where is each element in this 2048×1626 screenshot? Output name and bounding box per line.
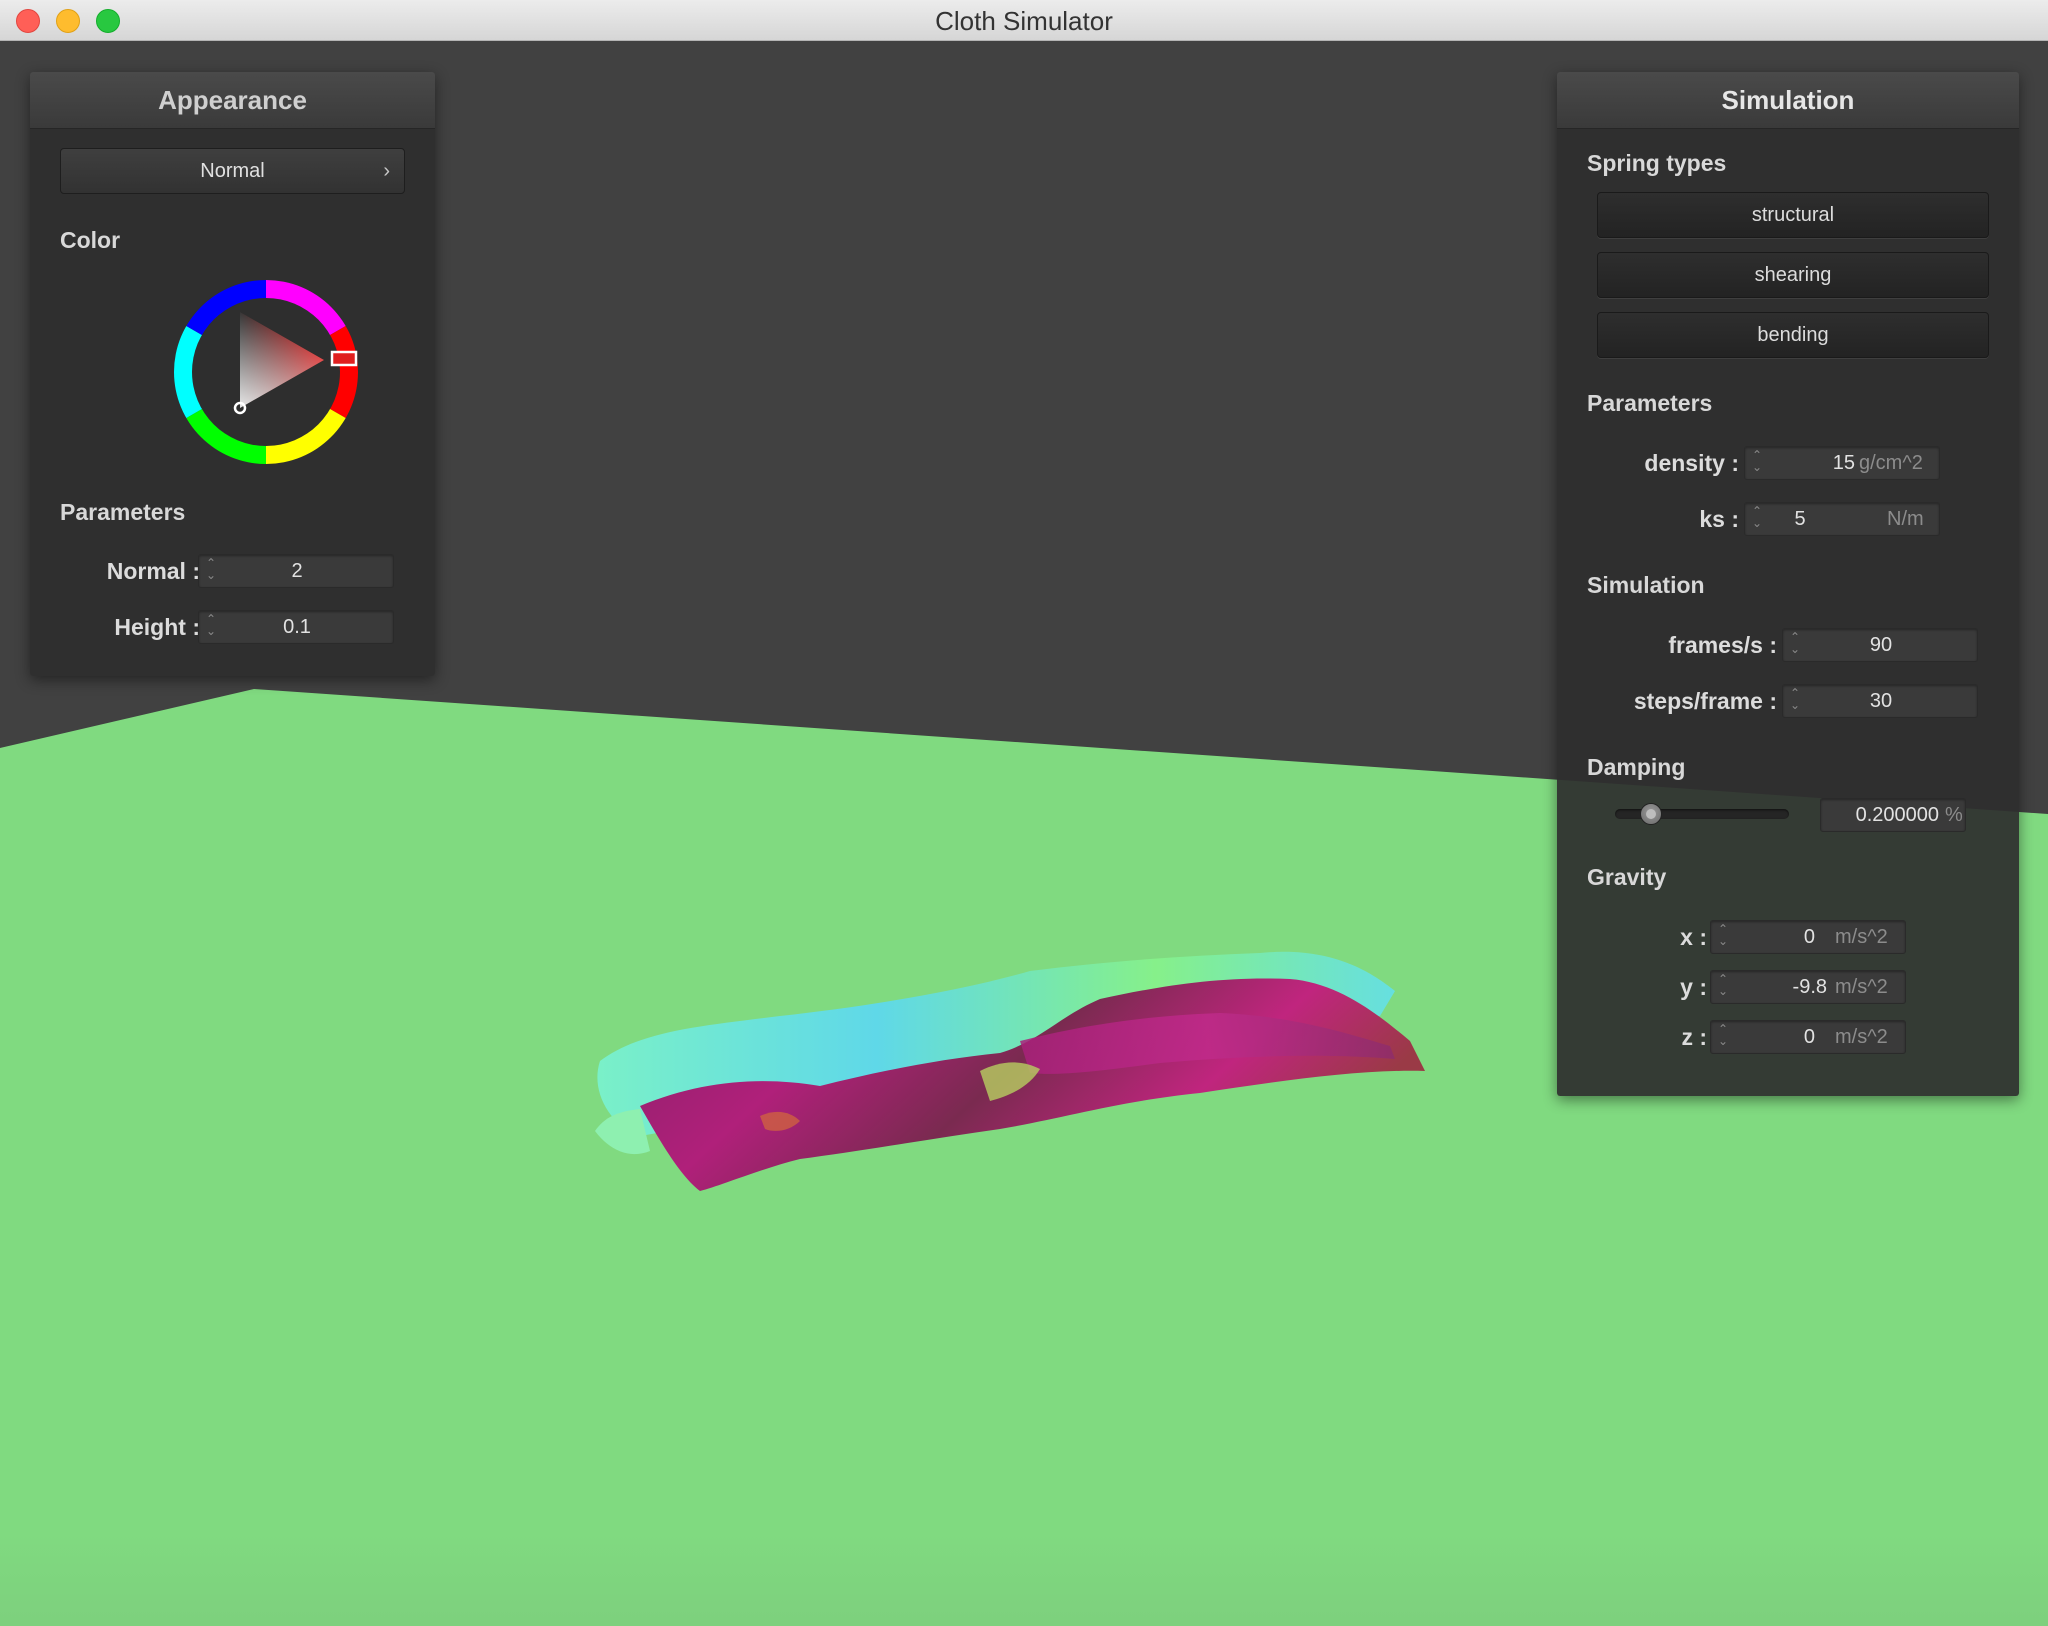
steps-per-frame-label: steps/frame : bbox=[1633, 688, 1777, 714]
normal-label: Normal : bbox=[106, 558, 200, 584]
gravity-y-unit: m/s^2 bbox=[1835, 976, 1888, 998]
ks-label: ks : bbox=[1699, 506, 1739, 532]
spring-types-label: Spring types bbox=[1587, 150, 1727, 176]
damping-input[interactable]: 0.200000 % bbox=[1820, 798, 1966, 832]
height-label: Height : bbox=[114, 614, 200, 640]
ks-input[interactable]: ⌃ ⌄ 5 N/m bbox=[1744, 502, 1940, 536]
sim-simulation-label: Simulation bbox=[1587, 572, 1705, 598]
gravity-x-input[interactable]: ⌃ ⌄ 0 m/s^2 bbox=[1710, 920, 1906, 954]
damping-label: Damping bbox=[1587, 754, 1686, 780]
normal-value: 2 bbox=[291, 560, 303, 582]
gravity-z-unit: m/s^2 bbox=[1835, 1026, 1888, 1048]
ks-value: 5 bbox=[1794, 508, 1806, 530]
gravity-label: Gravity bbox=[1587, 864, 1667, 890]
shearing-button[interactable]: shearing bbox=[1597, 252, 1989, 298]
normal-input[interactable]: ⌃ ⌄ 2 bbox=[198, 554, 394, 588]
color-wheel[interactable] bbox=[166, 272, 366, 472]
gravity-y-input[interactable]: ⌃ ⌄ -9.8 m/s^2 bbox=[1710, 970, 1906, 1004]
height-input[interactable]: ⌃ ⌄ 0.1 bbox=[198, 610, 394, 644]
gravity-z-input[interactable]: ⌃ ⌄ 0 m/s^2 bbox=[1710, 1020, 1906, 1054]
bending-button[interactable]: bending bbox=[1597, 312, 1989, 358]
damping-slider-handle[interactable] bbox=[1640, 803, 1662, 825]
chevron-right-icon: › bbox=[383, 160, 390, 182]
steps-per-frame-value: 30 bbox=[1869, 690, 1893, 712]
frames-per-sec-label: frames/s : bbox=[1668, 632, 1777, 658]
frames-per-sec-input[interactable]: ⌃ ⌄ 90 bbox=[1782, 628, 1978, 662]
gravity-z-label: z : bbox=[1681, 1024, 1707, 1050]
simulation-panel: Simulation Spring types structural shear… bbox=[1557, 72, 2019, 1096]
ks-unit: N/m bbox=[1887, 508, 1924, 530]
damping-value: 0.200000 bbox=[1855, 804, 1939, 826]
window-title: Cloth Simulator bbox=[935, 6, 1113, 36]
simulation-panel-title[interactable]: Simulation bbox=[1557, 72, 2019, 129]
appearance-panel: Appearance Normal › Color Parameters Nor… bbox=[30, 72, 435, 676]
gravity-z-value: 0 bbox=[1803, 1026, 1815, 1048]
density-input[interactable]: ⌃ ⌄ 15 g/cm^2 bbox=[1744, 446, 1940, 480]
color-label: Color bbox=[60, 227, 121, 253]
gravity-x-value: 0 bbox=[1803, 926, 1815, 948]
window-titlebar: Cloth Simulator bbox=[0, 0, 2048, 41]
gravity-y-value: -9.8 bbox=[1792, 976, 1827, 998]
frames-per-sec-value: 90 bbox=[1869, 634, 1893, 656]
gravity-x-label: x : bbox=[1680, 924, 1707, 950]
height-value: 0.1 bbox=[283, 616, 311, 638]
gravity-y-label: y : bbox=[1680, 974, 1707, 1000]
shader-select[interactable]: Normal › bbox=[60, 148, 405, 194]
density-label: density : bbox=[1644, 450, 1739, 476]
gravity-x-unit: m/s^2 bbox=[1835, 926, 1888, 948]
appearance-panel-title[interactable]: Appearance bbox=[30, 72, 435, 129]
shader-select-value: Normal bbox=[200, 160, 265, 182]
damping-unit: % bbox=[1945, 804, 1963, 826]
sim-parameters-label: Parameters bbox=[1587, 390, 1713, 416]
steps-per-frame-input[interactable]: ⌃ ⌄ 30 bbox=[1782, 684, 1978, 718]
structural-button[interactable]: structural bbox=[1597, 192, 1989, 238]
density-unit: g/cm^2 bbox=[1859, 452, 1923, 474]
density-value: 15 bbox=[1832, 452, 1855, 474]
appearance-parameters-label: Parameters bbox=[60, 499, 186, 525]
